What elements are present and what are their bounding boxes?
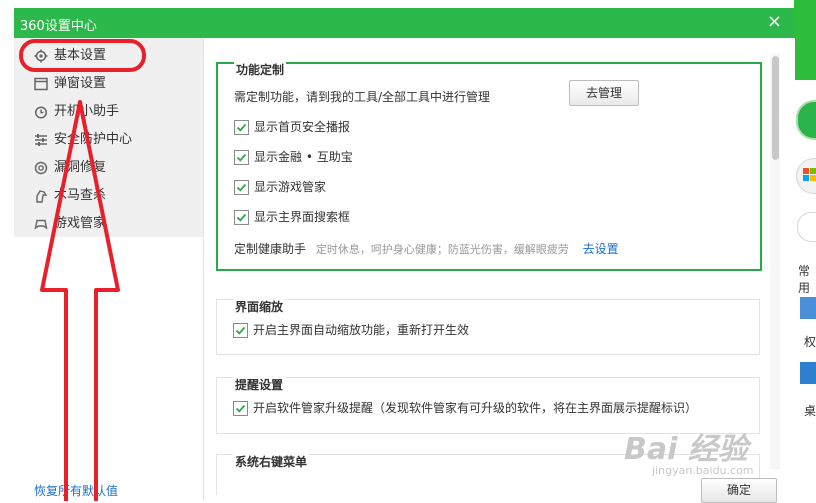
sidebar-item-startup-assistant[interactable]: 开机小助手 [14, 98, 203, 126]
section-title: 提醒设置 [233, 376, 286, 393]
checkbox-label: 开启主界面自动缩放功能，重新打开生效 [253, 323, 470, 337]
search-icon [797, 212, 816, 242]
sidebar-item-vulnerability-fix[interactable]: 漏洞修复 [14, 154, 203, 182]
sidebar-item-popup-settings[interactable]: 弹窗设置 [14, 70, 203, 98]
checkbox[interactable] [233, 323, 248, 338]
gamepad-icon [34, 219, 48, 230]
checkmark-icon [236, 183, 247, 192]
health-settings-link[interactable]: 去设置 [583, 242, 619, 256]
checkmark-icon [235, 404, 246, 413]
checkbox[interactable] [234, 150, 249, 165]
section-feature-customization: 功能定制 需定制功能，请到我的工具/全部工具中进行管理 去管理 显示首页安全播报… [216, 61, 762, 271]
checkbox-label: 显示主界面搜索框 [254, 210, 351, 224]
checkbox[interactable] [234, 120, 249, 135]
background-label: 常用 [798, 264, 811, 295]
watermark: Bai 经验 jingyan.baidu.com [624, 424, 794, 486]
background-app: 常用 权 桌 [794, 0, 816, 501]
restore-defaults-link[interactable]: 恢复所有默认值 [34, 482, 118, 499]
manage-description: 需定制功能，请到我的工具/全部工具中进行管理 [234, 90, 491, 104]
checkbox[interactable] [234, 210, 249, 225]
checkmark-icon [236, 123, 247, 132]
checkbox-label: 显示首页安全播报 [254, 120, 351, 134]
checkmark-icon [235, 326, 246, 335]
checkbox[interactable] [234, 180, 249, 195]
section-title: 界面缩放 [233, 298, 286, 315]
health-assistant-label: 定制健康助手 [234, 242, 307, 256]
sidebar-item-label: 木马查杀 [54, 188, 107, 203]
manage-button[interactable]: 去管理 [569, 80, 639, 106]
checkbox-label: 显示游戏管家 [254, 180, 327, 194]
sidebar-item-trojan-scan[interactable]: 木马查杀 [14, 182, 203, 210]
sidebar-item-label: 游戏管家 [54, 216, 107, 231]
clock-icon [34, 106, 48, 119]
sidebar-item-game-manager[interactable]: 游戏管家 [14, 210, 203, 238]
scrollbar-thumb[interactable] [772, 56, 779, 160]
sidebar-item-label: 安全防护中心 [54, 132, 133, 147]
app-tile-icon [800, 297, 816, 319]
checkbox-label: 开启软件管家升级提醒（发现软件管家有可升级的软件，将在主界面展示提醒标识） [253, 401, 698, 415]
app-tile-icon [800, 362, 816, 384]
bug-icon [34, 161, 48, 175]
equalizer-icon [35, 134, 47, 146]
window-icon [34, 77, 48, 91]
background-header [794, 0, 816, 80]
section-title: 系统右键菜单 [233, 453, 310, 470]
sidebar-item-basic-settings[interactable]: 基本设置 [14, 42, 203, 70]
horse-icon [36, 190, 48, 203]
health-assistant-hint: 定时休息，呵护身心健康；防蓝光伤害，缓解眼疲劳 [315, 243, 569, 256]
watermark-text: Bai 经验 [624, 432, 748, 467]
windows-logo-icon [796, 158, 816, 194]
sidebar: 基本设置 弹窗设置 开机小助手 安全防护中心 漏洞修复 木马查杀 游戏管家 恢复… [14, 38, 203, 501]
checkmark-icon [236, 213, 247, 222]
sidebar-item-label: 基本设置 [54, 48, 107, 63]
checkmark-icon [236, 153, 247, 162]
health-assistant-row: 定制健康助手 定时休息，呵护身心健康；防蓝光伤害，缓解眼疲劳 去设置 [234, 240, 619, 257]
checkbox[interactable] [233, 401, 248, 416]
window-title: 360设置中心 [20, 19, 97, 34]
section-interface-zoom: 界面缩放 开启主界面自动缩放功能，重新打开生效 [216, 298, 760, 355]
checkbox-label: 显示金融 • 互助宝 [254, 150, 353, 164]
title-bar: 360设置中心 × [14, 8, 794, 38]
sidebar-item-label: 漏洞修复 [54, 160, 107, 175]
gear-icon [34, 49, 48, 63]
watermark-url: jingyan.baidu.com [652, 464, 754, 477]
sidebar-item-security-center[interactable]: 安全防护中心 [14, 126, 203, 154]
background-label: 权 [804, 335, 816, 349]
sidebar-item-label: 弹窗设置 [54, 76, 107, 91]
sidebar-item-label: 开机小助手 [54, 104, 120, 119]
background-label: 桌 [804, 404, 816, 418]
shield-icon [796, 100, 816, 140]
sidebar-menu: 基本设置 弹窗设置 开机小助手 安全防护中心 漏洞修复 木马查杀 游戏管家 [14, 38, 203, 237]
close-icon[interactable]: × [767, 11, 782, 33]
section-title: 功能定制 [234, 61, 287, 78]
